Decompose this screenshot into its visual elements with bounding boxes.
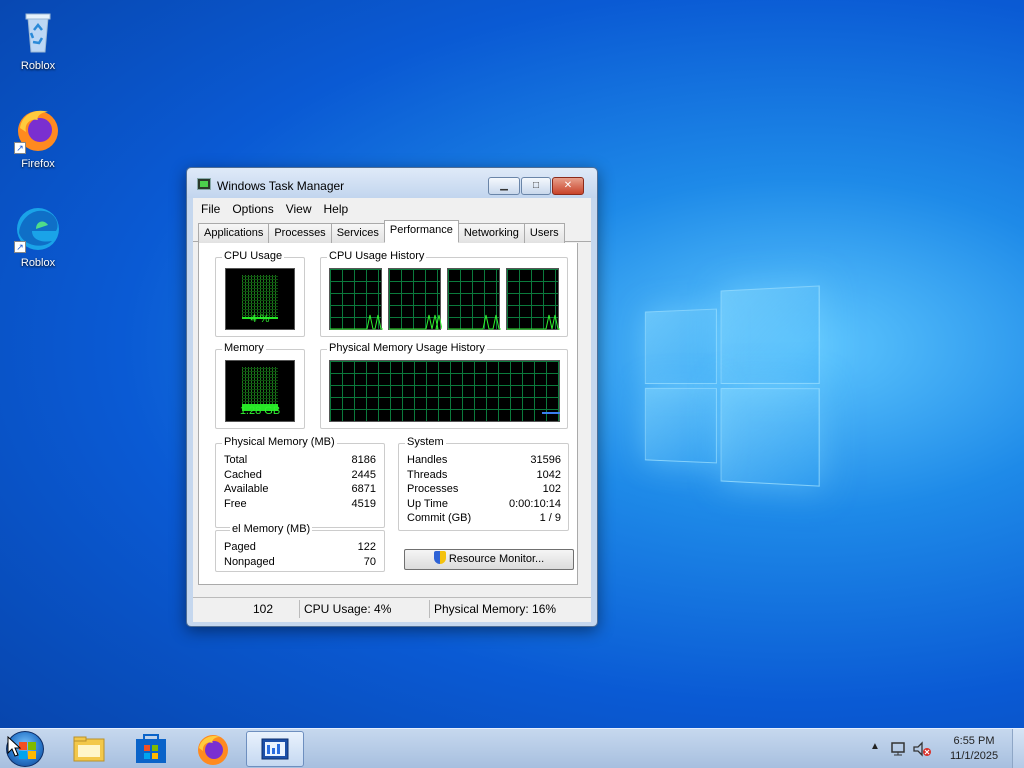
stat-row-free: Free 4519 bbox=[224, 497, 376, 510]
task-manager-window[interactable]: Windows Task Manager ▁ □ ✕ File Options Vi… bbox=[186, 167, 598, 627]
status-cpu: CPU Usage: 4% bbox=[304, 602, 392, 616]
tab-processes[interactable]: Processes bbox=[268, 223, 332, 243]
cpu-core-graph bbox=[506, 268, 560, 330]
stat-row-nonpaged: Nonpaged 70 bbox=[224, 555, 376, 568]
memory-history-label: Physical Memory Usage History bbox=[327, 342, 487, 354]
cpu-usage-label: CPU Usage bbox=[222, 250, 285, 262]
stat-row-available: Available 6871 bbox=[224, 483, 376, 495]
edge-icon: ↗ bbox=[14, 205, 62, 253]
cpu-history-group: CPU Usage History bbox=[320, 250, 568, 337]
kernel-memory-label: el Memory (MB) bbox=[230, 523, 313, 535]
clock-time: 6:55 PM bbox=[953, 735, 995, 747]
cpu-core-graph bbox=[329, 268, 383, 330]
desktop-icon-label: Firefox bbox=[21, 158, 55, 170]
cpu-core-graph bbox=[447, 268, 501, 330]
tab-users[interactable]: Users bbox=[523, 223, 565, 243]
cpu-usage-value: 4 % bbox=[250, 313, 270, 325]
resource-monitor-button[interactable]: Resource Monitor... bbox=[404, 549, 574, 570]
tab-strip: Applications Processes Services Performa… bbox=[193, 220, 591, 243]
desktop-icon-label: Roblox bbox=[20, 60, 56, 72]
stat-row-paged: Paged 122 bbox=[224, 541, 376, 553]
volume-muted-icon[interactable] bbox=[912, 741, 932, 757]
memory-label: Memory bbox=[222, 342, 266, 354]
windows-wallpaper-logo bbox=[644, 285, 826, 487]
cpu-history-label: CPU Usage History bbox=[327, 250, 427, 262]
menu-bar: File Options View Help bbox=[193, 198, 591, 220]
show-hidden-icons-chevron-icon[interactable]: ▲ bbox=[870, 741, 880, 768]
status-bar: 102 CPU Usage: 4% Physical Memory: 16% bbox=[193, 597, 591, 619]
physical-memory-label: Physical Memory (MB) bbox=[222, 436, 337, 448]
resource-monitor-label: Resource Monitor... bbox=[448, 553, 545, 565]
stat-row-handles: Handles 31596 bbox=[407, 454, 561, 466]
window-title: Windows Task Manager bbox=[217, 179, 345, 193]
system-group: System Handles 31596 Threads 1042 Processe… bbox=[398, 436, 569, 531]
menu-help[interactable]: Help bbox=[318, 198, 355, 216]
memory-history-graph bbox=[329, 360, 560, 422]
close-button[interactable]: ✕ bbox=[552, 177, 584, 195]
stat-row-threads: Threads 1042 bbox=[407, 468, 561, 481]
status-memory: Physical Memory: 16% bbox=[434, 602, 557, 616]
uac-shield-icon bbox=[433, 551, 446, 564]
file-explorer-icon bbox=[73, 736, 105, 762]
stat-row-commit: Commit (GB) 1 / 9 bbox=[407, 512, 561, 524]
menu-view[interactable]: View bbox=[280, 198, 318, 216]
mouse-cursor-icon bbox=[7, 736, 21, 757]
desktop-icon-label: Roblox bbox=[20, 257, 56, 269]
show-desktop-button[interactable] bbox=[1012, 729, 1024, 768]
minimize-button[interactable]: ▁ bbox=[488, 177, 520, 195]
status-processes: 102 bbox=[253, 602, 274, 616]
clock-date: 11/1/2025 bbox=[949, 750, 999, 762]
performance-panel: CPU Usage 4 % CPU Usage History Memory 1… bbox=[198, 243, 578, 585]
tab-services[interactable]: Services bbox=[330, 223, 385, 243]
desktop-icon-edge[interactable]: ↗ Roblox bbox=[5, 205, 71, 269]
stat-row-cached: Cached 2445 bbox=[224, 468, 376, 481]
menu-options[interactable]: Options bbox=[226, 198, 279, 216]
tab-networking[interactable]: Networking bbox=[457, 223, 525, 243]
stat-row-uptime: Up Time 0:00:10:14 bbox=[407, 497, 561, 510]
title-bar[interactable]: Windows Task Manager ▁ □ ✕ bbox=[187, 168, 597, 198]
desktop-icon-firefox[interactable]: ↗ Firefox bbox=[5, 106, 71, 170]
maximize-button[interactable]: □ bbox=[521, 177, 551, 195]
shortcut-arrow-icon: ↗ bbox=[14, 142, 26, 154]
network-icon[interactable] bbox=[890, 741, 908, 757]
taskbar: ▲ 6:55 PM 11/1/2025 bbox=[0, 728, 1024, 768]
taskbar-store[interactable] bbox=[122, 731, 180, 767]
firefox-icon: ↗ bbox=[14, 106, 62, 154]
tab-applications[interactable]: Applications bbox=[198, 223, 270, 243]
memory-history-group: Physical Memory Usage History bbox=[320, 342, 568, 429]
memory-group: Memory 1.28 GB bbox=[215, 342, 305, 429]
kernel-memory-group: el Memory (MB) Paged 122 Nonpaged 70 bbox=[215, 523, 385, 572]
cpu-core-graph bbox=[388, 268, 442, 330]
system-clock[interactable]: 6:55 PM 11/1/2025 bbox=[938, 734, 1010, 764]
task-manager-icon bbox=[261, 738, 289, 760]
firefox-icon bbox=[198, 735, 228, 765]
system-label: System bbox=[405, 436, 446, 448]
stat-row-total: Total 8186 bbox=[224, 454, 376, 466]
memory-value: 1.28 GB bbox=[239, 405, 281, 417]
cpu-usage-group: CPU Usage 4 % bbox=[215, 250, 305, 337]
shortcut-arrow-icon: ↗ bbox=[14, 241, 26, 253]
menu-file[interactable]: File bbox=[195, 198, 226, 216]
cpu-usage-gauge: 4 % bbox=[225, 268, 295, 330]
taskbar-task-manager[interactable] bbox=[246, 731, 304, 767]
task-manager-app-icon bbox=[197, 178, 211, 190]
store-icon bbox=[136, 734, 166, 763]
desktop-icon-recycle-bin[interactable]: Roblox bbox=[5, 8, 71, 72]
memory-gauge: 1.28 GB bbox=[225, 360, 295, 422]
stat-row-processes: Processes 102 bbox=[407, 483, 561, 495]
recycle-bin-icon bbox=[14, 8, 62, 56]
physical-memory-group: Physical Memory (MB) Total 8186 Cached 244… bbox=[215, 436, 385, 528]
tab-performance[interactable]: Performance bbox=[383, 220, 459, 243]
window-client: File Options View Help Applications Process… bbox=[193, 198, 591, 622]
taskbar-file-explorer[interactable] bbox=[60, 731, 118, 767]
taskbar-firefox[interactable] bbox=[184, 731, 242, 767]
